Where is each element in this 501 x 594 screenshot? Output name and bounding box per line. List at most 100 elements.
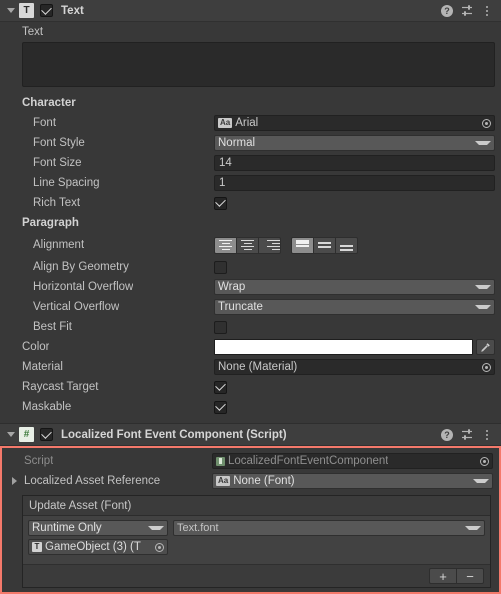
align-top-icon[interactable] [291, 236, 314, 254]
row-vertical-overflow: Vertical Overflow Truncate [0, 297, 501, 317]
eyedropper-glyph [481, 342, 490, 352]
event-mode-dropdown[interactable]: Runtime Only [28, 520, 168, 536]
text-component-icon: T [32, 542, 42, 552]
text-input-area[interactable] [22, 42, 495, 87]
component-header-localized-font-event[interactable]: # Localized Font Event Component (Script… [0, 424, 501, 446]
more-menu-icon[interactable] [479, 3, 495, 19]
label-vertical-overflow: Vertical Overflow [33, 301, 120, 313]
label-font-size: Font Size [33, 157, 82, 169]
material-value: None (Material) [218, 361, 298, 373]
object-picker-icon[interactable] [152, 540, 166, 554]
label-line-spacing: Line Spacing [33, 177, 100, 189]
component-body-text: Text Character Font Aa Arial Font Style … [0, 22, 501, 424]
event-target-object-field[interactable]: T GameObject (3) (T [28, 539, 168, 555]
chevron-down-icon [148, 526, 164, 530]
add-event-button[interactable]: + [429, 568, 457, 584]
horizontal-overflow-dropdown[interactable]: Wrap [214, 279, 495, 295]
checkmark-icon [41, 3, 52, 15]
eyedropper-icon[interactable] [476, 339, 495, 355]
object-picker-icon[interactable] [479, 116, 493, 130]
align-center-icon[interactable] [236, 236, 259, 254]
font-object-field[interactable]: Aa Arial [214, 115, 495, 131]
text-component-icon: T [19, 3, 34, 18]
event-entry-row-top: Runtime Only Text.font [28, 520, 485, 536]
field-rich-text [214, 196, 495, 210]
event-entry-row-bottom: T GameObject (3) (T [28, 539, 485, 555]
vertical-overflow-dropdown[interactable]: Truncate [214, 299, 495, 315]
font-style-dropdown[interactable]: Normal [214, 135, 495, 151]
row-rich-text: Rich Text [0, 193, 501, 213]
align-middle-icon[interactable] [313, 236, 336, 254]
label-best-fit: Best Fit [33, 321, 72, 333]
preset-icon[interactable] [459, 3, 475, 19]
row-font: Font Aa Arial [0, 113, 501, 133]
maskable-checkbox[interactable] [214, 400, 227, 414]
align-right-icon[interactable] [258, 236, 281, 254]
label-align-by-geometry: Align By Geometry [33, 261, 129, 273]
section-header-character: Character [22, 97, 76, 109]
foldout-toggle-localized-font-event[interactable] [4, 428, 17, 441]
rich-text-checkbox[interactable] [214, 196, 227, 210]
chevron-down-icon [465, 526, 481, 530]
label-maskable: Maskable [22, 401, 72, 413]
font-asset-icon: Aa [216, 476, 231, 486]
event-mode-value: Runtime Only [32, 522, 102, 534]
row-alignment: Alignment [0, 233, 501, 257]
best-fit-checkbox[interactable] [214, 320, 227, 334]
component-title-localized-font-event: Localized Font Event Component (Script) [61, 428, 287, 441]
preset-sliders-icon [461, 5, 472, 16]
field-font-size: 14 [214, 155, 495, 171]
help-icon[interactable]: ? [439, 427, 455, 443]
align-bottom-icon[interactable] [335, 236, 358, 254]
script-value: LocalizedFontEventComponent [228, 455, 389, 467]
localized-asset-reference-dropdown[interactable]: Aa None (Font) [212, 473, 493, 489]
field-align-by-geometry [214, 260, 495, 274]
localized-asset-reference-value: None (Font) [233, 475, 295, 487]
unity-inspector-panel: T Text ? Text Character Font Aa Arial Fo… [0, 0, 501, 594]
line-spacing-input[interactable]: 1 [214, 175, 495, 191]
field-alignment [214, 236, 495, 254]
font-size-input[interactable]: 14 [214, 155, 495, 171]
component-enabled-checkbox-localized-font-event[interactable] [40, 427, 53, 441]
line-spacing-value: 1 [219, 177, 226, 189]
row-script: Script LocalizedFontEventComponent [2, 451, 499, 471]
row-line-spacing: Line Spacing 1 [0, 173, 501, 193]
chevron-down-icon [475, 305, 491, 309]
component-enabled-checkbox-text[interactable] [40, 3, 53, 17]
field-localized-asset-reference: Aa None (Font) [212, 473, 493, 489]
align-left-icon[interactable] [214, 236, 237, 254]
remove-event-button[interactable]: − [456, 568, 484, 584]
event-target-object-value: GameObject (3) (T [45, 541, 141, 553]
component-header-text[interactable]: T Text ? [0, 0, 501, 22]
row-maskable: Maskable [0, 397, 501, 417]
label-alignment: Alignment [33, 239, 85, 251]
section-header-paragraph: Paragraph [22, 217, 79, 229]
raycast-target-checkbox[interactable] [214, 380, 227, 394]
foldout-toggle-text[interactable] [4, 4, 17, 17]
field-material: None (Material) [214, 359, 495, 375]
component-title-text: Text [61, 4, 84, 17]
label-localized-asset-reference: Localized Asset Reference [24, 475, 161, 487]
vertical-overflow-value: Truncate [218, 301, 263, 313]
text-field-label: Text [22, 26, 44, 38]
material-object-field[interactable]: None (Material) [214, 359, 495, 375]
event-function-dropdown[interactable]: Text.font [173, 520, 485, 536]
horizontal-alignment-group [214, 236, 281, 254]
align-by-geometry-checkbox[interactable] [214, 260, 227, 274]
help-icon[interactable]: ? [439, 3, 455, 19]
field-maskable [214, 400, 495, 414]
field-color [214, 339, 495, 355]
field-line-spacing: 1 [214, 175, 495, 191]
more-menu-icon[interactable] [479, 427, 495, 443]
label-raycast-target: Raycast Target [22, 381, 99, 393]
event-entry-list: Runtime Only Text.font T GameObject (3) … [23, 516, 490, 564]
label-localized-asset-reference-wrap: Localized Asset Reference [2, 475, 160, 487]
preset-icon[interactable] [459, 427, 475, 443]
field-vertical-overflow: Truncate [214, 299, 495, 315]
color-swatch[interactable] [214, 339, 473, 355]
chevron-down-icon [475, 141, 491, 145]
chevron-right-icon[interactable] [12, 477, 17, 485]
font-asset-icon: Aa [218, 118, 233, 128]
unity-event-box: Update Asset (Font) Runtime Only Text.fo… [22, 495, 491, 588]
object-picker-icon[interactable] [479, 360, 493, 374]
